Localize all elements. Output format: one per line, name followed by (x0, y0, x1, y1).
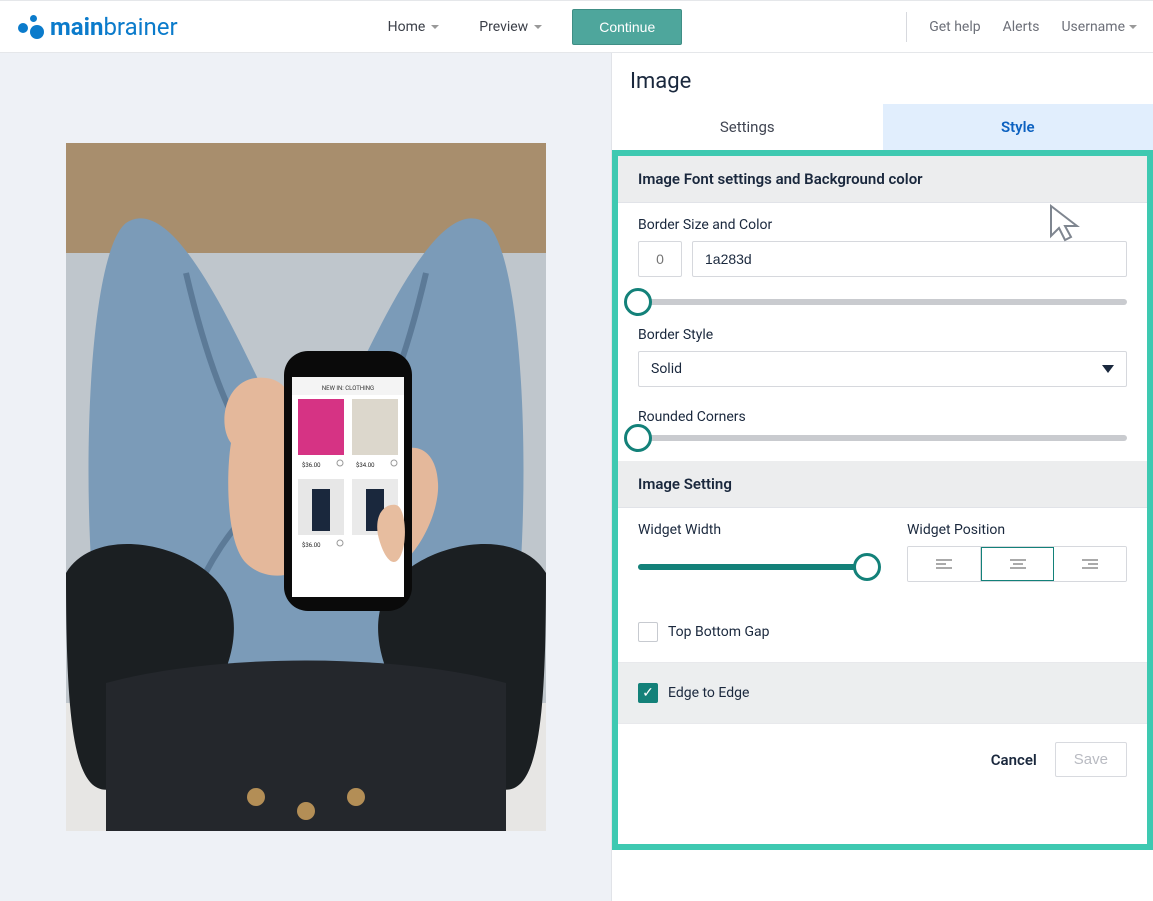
tab-settings[interactable]: Settings (612, 104, 883, 150)
tabs: Settings Style (612, 104, 1153, 150)
nav-home[interactable]: Home (378, 13, 450, 41)
nav-username[interactable]: Username (1061, 19, 1137, 35)
slider-thumb[interactable] (853, 553, 881, 581)
top-bottom-gap-label: Top Bottom Gap (668, 624, 769, 640)
main: NEW IN: CLOTHING $36.00 $34.00 $36.00 (0, 53, 1153, 901)
brand-text: mainbrainer (50, 13, 178, 41)
nav-alerts[interactable]: Alerts (1003, 19, 1040, 35)
label-border-size-color: Border Size and Color (638, 217, 1127, 233)
border-color-input[interactable] (692, 241, 1127, 277)
slider-thumb[interactable] (624, 288, 652, 316)
align-right-icon (1082, 558, 1098, 570)
top-bottom-gap-checkbox[interactable] (638, 622, 658, 642)
section-font-bg-header: Image Font settings and Background color (618, 156, 1147, 203)
align-left-button[interactable] (908, 547, 981, 581)
border-size-slider[interactable] (638, 299, 1127, 305)
canvas-area: NEW IN: CLOTHING $36.00 $34.00 $36.00 (0, 53, 611, 901)
phone-price-2: $36.00 (302, 542, 321, 549)
top-bottom-gap-row: Top Bottom Gap (618, 602, 1147, 663)
save-button[interactable]: Save (1055, 742, 1127, 777)
align-center-button[interactable] (981, 547, 1055, 581)
label-border-style: Border Style (638, 327, 1127, 343)
phone-price-0: $36.00 (302, 462, 321, 469)
edge-to-edge-checkbox[interactable]: ✓ (638, 683, 658, 703)
widget-width-slider[interactable] (638, 564, 867, 570)
rounded-corners-slider[interactable] (638, 435, 1127, 441)
edge-to-edge-label: Edge to Edge (668, 685, 749, 701)
chevron-down-icon (1129, 25, 1137, 29)
nav-get-help[interactable]: Get help (929, 19, 980, 35)
phone-screen-header: NEW IN: CLOTHING (321, 385, 373, 392)
logo-icon (16, 13, 44, 41)
border-style-select[interactable]: Solid (638, 351, 1127, 387)
label-widget-width: Widget Width (638, 522, 867, 538)
cancel-button[interactable]: Cancel (991, 751, 1037, 769)
nav-preview[interactable]: Preview (469, 13, 552, 41)
widget-position-group (907, 546, 1127, 582)
panel-title: Image (612, 53, 1153, 104)
panel-footer: Cancel Save (618, 724, 1147, 795)
preview-image[interactable]: NEW IN: CLOTHING $36.00 $34.00 $36.00 (66, 143, 546, 831)
chevron-down-icon (431, 25, 439, 29)
chevron-down-icon (534, 25, 542, 29)
brand-logo: mainbrainer (16, 13, 178, 41)
tab-style[interactable]: Style (883, 104, 1153, 150)
divider (906, 12, 907, 42)
label-rounded-corners: Rounded Corners (638, 409, 1127, 425)
phone-price-1: $34.00 (356, 462, 375, 469)
align-left-icon (936, 558, 952, 570)
label-widget-position: Widget Position (907, 522, 1127, 538)
slider-thumb[interactable] (624, 424, 652, 452)
chevron-down-icon (1102, 365, 1114, 373)
border-size-input[interactable] (638, 241, 682, 277)
top-bar: mainbrainer Home Preview Continue Get he… (0, 0, 1153, 53)
section-image-setting-header: Image Setting (618, 461, 1147, 508)
align-right-button[interactable] (1054, 547, 1126, 581)
align-center-icon (1010, 558, 1026, 570)
style-panel: Image Font settings and Background color… (612, 150, 1153, 850)
properties-sidebar: Image Settings Style Image Font settings… (611, 53, 1153, 901)
edge-to-edge-row: ✓ Edge to Edge (618, 663, 1147, 724)
continue-button[interactable]: Continue (572, 9, 682, 45)
